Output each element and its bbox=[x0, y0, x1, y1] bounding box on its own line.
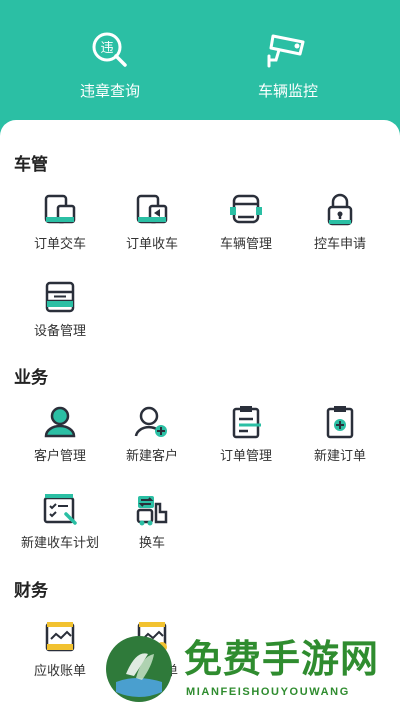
order-receive-icon bbox=[136, 194, 168, 224]
grid-item-label: 车辆管理 bbox=[219, 236, 272, 251]
receivable-bill-icon bbox=[45, 622, 75, 652]
grid-item-label: 订单交车 bbox=[33, 236, 86, 251]
grid-item-control-request[interactable]: 控车申请 bbox=[294, 193, 386, 252]
section-title-business: 业务 bbox=[14, 368, 48, 387]
grid-item-order-deliver[interactable]: 订单交车 bbox=[14, 193, 106, 252]
grid-item-label: 客户管理 bbox=[33, 448, 86, 463]
watermark-subtitle: MIANFEISHOUYOUWANG bbox=[186, 686, 350, 698]
grid-item-label: 控车申请 bbox=[313, 236, 366, 251]
lock-icon bbox=[327, 193, 353, 226]
grid-item-vehicle-mgmt[interactable]: 车辆管理 bbox=[200, 193, 292, 252]
grid-item-label: 换车 bbox=[138, 535, 165, 550]
violation-query-entry[interactable]: 违 违章查询 bbox=[30, 30, 190, 101]
section-title-vehicle-mgmt: 车管 bbox=[14, 155, 48, 174]
section-title-finance: 财务 bbox=[14, 581, 48, 600]
order-manage-icon bbox=[232, 406, 261, 439]
vehicle-icon bbox=[230, 194, 262, 224]
violation-search-icon: 违 bbox=[92, 32, 127, 67]
grid-item-label: 应收账单 bbox=[33, 663, 86, 678]
grid-item-label: 订单收车 bbox=[125, 236, 178, 251]
grid-item-label: 新建订单 bbox=[313, 448, 366, 463]
grid-item-label: 订单管理 bbox=[219, 448, 272, 463]
grid-item-new-customer[interactable]: 新建客户 bbox=[106, 405, 198, 464]
grid-item-new-order[interactable]: 新建订单 bbox=[294, 405, 386, 464]
grid-item-label: 设备管理 bbox=[33, 323, 86, 338]
swap-car-icon bbox=[136, 496, 168, 526]
customer-icon bbox=[44, 406, 76, 438]
grid-item-swap-car[interactable]: 换车 bbox=[106, 492, 198, 551]
watermark-title: 免费手游网 bbox=[184, 639, 380, 681]
vehicle-monitor-label: 车辆监控 bbox=[257, 83, 318, 100]
violation-query-label: 违章查询 bbox=[79, 83, 140, 100]
grid-item-new-receive-plan[interactable]: 新建收车计划 bbox=[14, 492, 106, 551]
grid-item-order-receive[interactable]: 订单收车 bbox=[106, 193, 198, 252]
svg-text:违: 违 bbox=[100, 41, 113, 56]
watermark: 免费手游网 MIANFEISHOUYOUWANG bbox=[104, 628, 394, 708]
grid-item-customer-mgmt[interactable]: 客户管理 bbox=[14, 405, 106, 464]
vehicle-monitor-entry[interactable]: 车辆监控 bbox=[208, 30, 368, 101]
monitor-camera-icon bbox=[267, 34, 305, 68]
add-customer-icon bbox=[134, 406, 167, 437]
device-icon bbox=[45, 281, 75, 313]
order-deliver-icon bbox=[44, 194, 76, 224]
watermark-logo-icon bbox=[106, 636, 172, 702]
plan-icon bbox=[43, 494, 77, 525]
grid-item-label: 新建客户 bbox=[125, 448, 178, 463]
grid-item-label: 新建收车计划 bbox=[20, 535, 99, 550]
new-order-icon bbox=[326, 406, 354, 439]
grid-item-device-mgmt[interactable]: 设备管理 bbox=[14, 280, 106, 339]
grid-item-receivable-bill[interactable]: 应收账单 bbox=[14, 620, 106, 679]
grid-item-order-mgmt[interactable]: 订单管理 bbox=[200, 405, 292, 464]
